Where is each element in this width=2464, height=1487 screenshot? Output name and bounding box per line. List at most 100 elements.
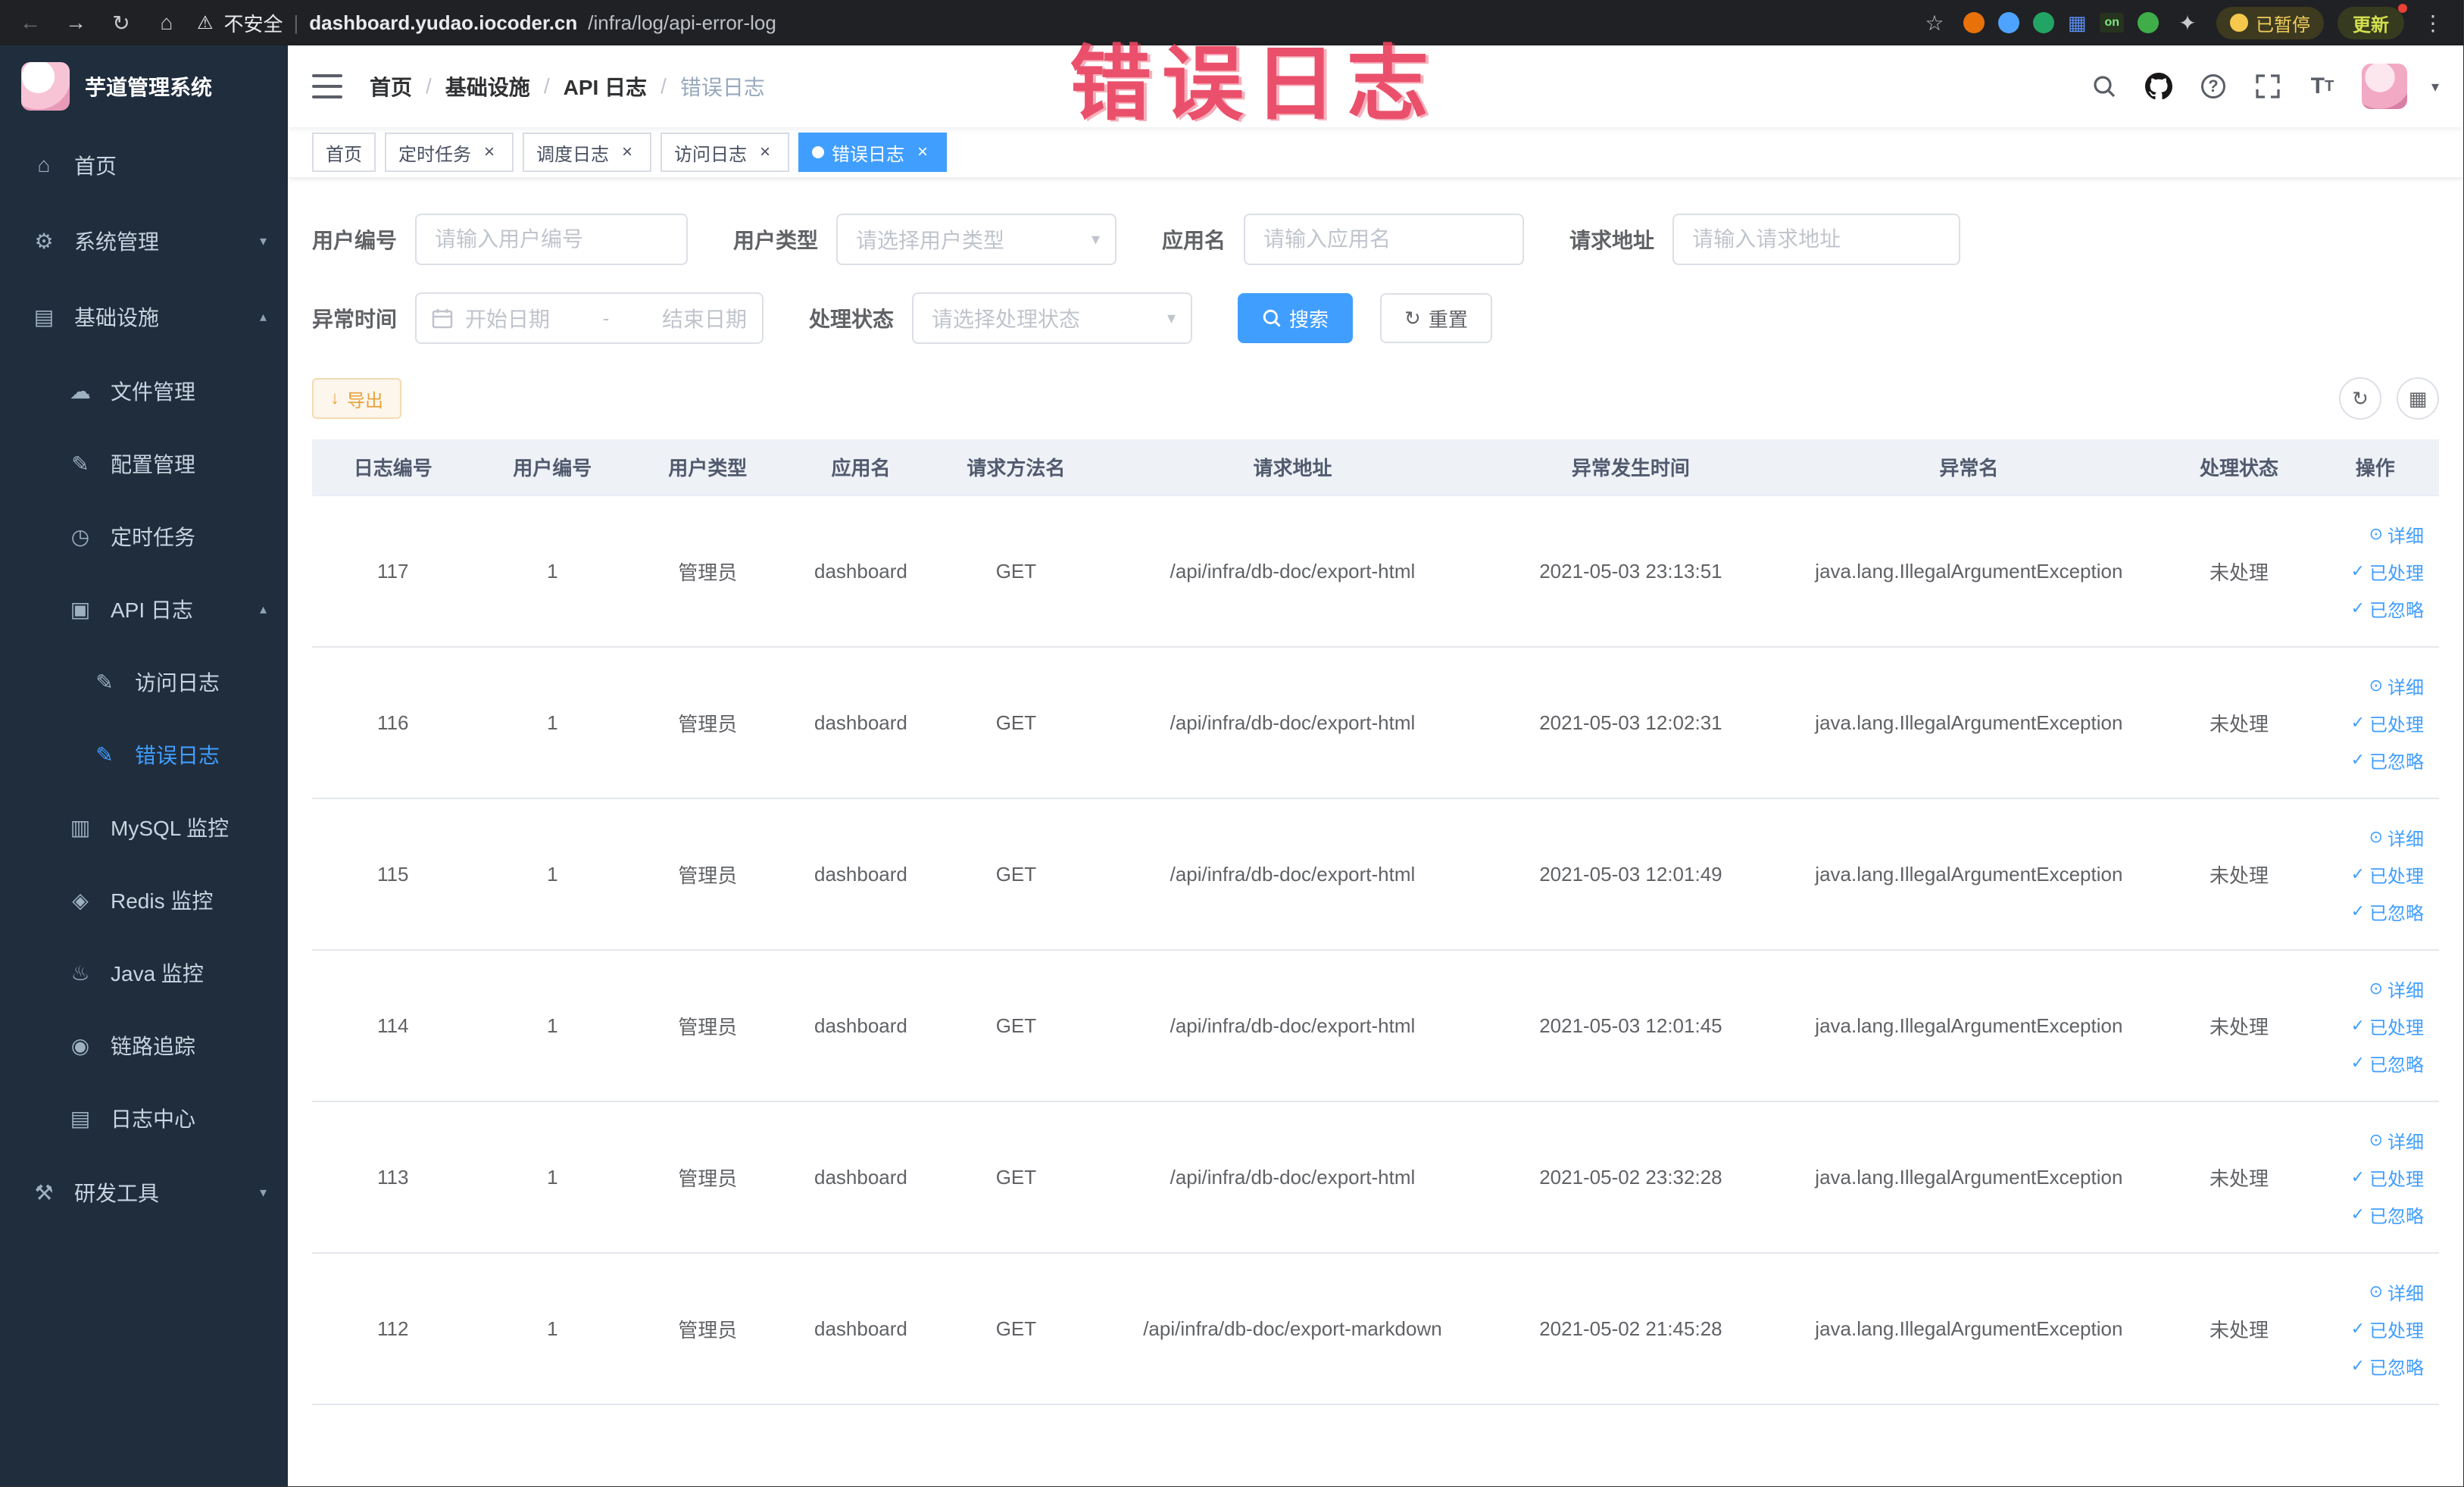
sidebar-item-label: 研发工具: [74, 1182, 160, 1205]
eye-icon: ⊙: [2369, 1282, 2383, 1301]
mark-ignored-link[interactable]: ✓ 已忽略: [2351, 898, 2424, 925]
log-detail-link[interactable]: ⊙ 详细: [2369, 1127, 2424, 1154]
log-detail-link[interactable]: ⊙ 详细: [2369, 1279, 2424, 1305]
mark-ignored-link-label: 已忽略: [2369, 751, 2424, 773]
sidebar-item-config-management[interactable]: ✎ 配置管理: [0, 427, 288, 500]
help-icon[interactable]: ?: [2198, 71, 2228, 102]
mark-ignored-link[interactable]: ✓ 已忽略: [2351, 1201, 2424, 1228]
mark-processed-link[interactable]: ✓ 已处理: [2351, 1316, 2424, 1342]
log-detail-link[interactable]: ⊙ 详细: [2369, 976, 2424, 1002]
sidebar-item-link-trace[interactable]: ◉ 链路追踪: [0, 1009, 288, 1082]
active-tab-dot: [812, 146, 824, 158]
sidebar-item-file-management[interactable]: ☁ 文件管理: [0, 355, 288, 427]
avatar-dropdown-caret-icon[interactable]: ▾: [2431, 77, 2439, 96]
reset-button-label: 重置: [1428, 308, 1468, 331]
mark-processed-link[interactable]: ✓ 已处理: [2351, 1164, 2424, 1191]
reload-button[interactable]: ↻: [106, 11, 136, 36]
process-status-select[interactable]: 请选择处理状态 ▾: [912, 292, 1193, 344]
search-icon[interactable]: [2089, 71, 2119, 102]
user-type-select[interactable]: 请选择用户类型 ▾: [836, 214, 1117, 265]
sidebar-item-api-log[interactable]: ▣ API 日志 ▴: [0, 573, 288, 645]
breadcrumb-item-0[interactable]: 首页: [370, 71, 412, 102]
request-url-input[interactable]: [1672, 214, 1961, 265]
sidebar-item-mysql-monitor[interactable]: ▥ MySQL 监控: [0, 791, 288, 864]
sidebar-item-log-center[interactable]: ▤ 日志中心: [0, 1082, 288, 1154]
mark-processed-link[interactable]: ✓ 已处理: [2351, 558, 2424, 585]
mark-processed-link[interactable]: ✓ 已处理: [2351, 1013, 2424, 1039]
tab-home[interactable]: 首页: [312, 133, 376, 172]
user-avatar[interactable]: [2361, 64, 2407, 109]
tab-close-icon[interactable]: ×: [479, 142, 500, 163]
sidebar-item-infrastructure[interactable]: ▤ 基础设施 ▴: [0, 279, 288, 355]
tab-access-log[interactable]: 访问日志 ×: [661, 133, 789, 172]
back-button[interactable]: ←: [15, 11, 45, 35]
sidebar-item-error-log[interactable]: ✎ 错误日志: [0, 718, 288, 791]
breadcrumb: 首页 / 基础设施 / API 日志 / 错误日志: [370, 71, 765, 102]
column-settings-button[interactable]: ▦: [2397, 377, 2439, 420]
browser-menu-icon[interactable]: ⋮: [2418, 11, 2448, 36]
sidebar-item-system-management[interactable]: ⚙ 系统管理 ▾: [0, 203, 288, 279]
reset-button[interactable]: ↻ 重置: [1380, 293, 1492, 343]
sidebar-logo[interactable]: 芋道管理系统: [0, 45, 288, 127]
log-detail-link[interactable]: ⊙ 详细: [2369, 521, 2424, 548]
mark-ignored-link[interactable]: ✓ 已忽略: [2351, 1353, 2424, 1379]
mark-ignored-link[interactable]: ✓ 已忽略: [2351, 747, 2424, 773]
cell-exception: java.lang.IllegalArgumentException: [1771, 950, 2167, 1102]
cell-user-id: 1: [473, 1253, 632, 1405]
sidebar-item-dev-tools[interactable]: ⚒ 研发工具 ▾: [0, 1154, 288, 1230]
user-id-input[interactable]: [415, 214, 689, 265]
address-bar[interactable]: ⚠ 不安全 | dashboard.yudao.iocoder.cn/infra…: [197, 9, 1904, 37]
mark-processed-link-label: 已处理: [2369, 714, 2424, 736]
bookmark-star-icon[interactable]: ☆: [1919, 11, 1950, 36]
exception-time-range-picker[interactable]: 开始日期 - 结束日期: [415, 292, 764, 344]
extension-icon-3[interactable]: [2032, 12, 2054, 33]
extension-icon-2[interactable]: [1997, 12, 2019, 33]
mark-ignored-link[interactable]: ✓ 已忽略: [2351, 595, 2424, 622]
mark-ignored-link[interactable]: ✓ 已忽略: [2351, 1050, 2424, 1076]
extensions-puzzle-icon[interactable]: ✦: [2172, 11, 2203, 36]
tab-close-icon[interactable]: ×: [912, 142, 933, 163]
sidebar-item-label: MySQL 监控: [111, 817, 230, 840]
cell-user-id: 1: [473, 647, 632, 799]
sidebar-item-home[interactable]: ⌂ 首页: [0, 127, 288, 203]
home-button[interactable]: ⌂: [151, 11, 182, 35]
extension-icon-1[interactable]: [1963, 12, 1985, 33]
extension-on-badge[interactable]: on: [2100, 13, 2124, 33]
extension-icon-4[interactable]: ▦: [2068, 11, 2087, 35]
log-detail-link[interactable]: ⊙ 详细: [2369, 824, 2424, 851]
cell-log-id: 116: [312, 647, 474, 799]
request-url-label: 请求地址: [1569, 229, 1655, 252]
font-size-icon[interactable]: TT: [2307, 71, 2338, 102]
tab-close-icon[interactable]: ×: [754, 142, 776, 163]
fullscreen-icon[interactable]: [2253, 71, 2283, 102]
search-button[interactable]: 搜索: [1238, 293, 1354, 343]
profile-paused-badge[interactable]: 已暂停: [2216, 6, 2324, 39]
extension-icon-5[interactable]: [2138, 12, 2159, 33]
breadcrumb-item-1[interactable]: 基础设施: [445, 71, 530, 102]
sidebar-item-label: 日志中心: [111, 1107, 196, 1131]
tab-close-icon[interactable]: ×: [617, 142, 638, 163]
cell-actions: ⊙ 详细 ✓ 已处理 ✓ 已忽略: [2311, 495, 2439, 648]
edit-doc-icon: ✎: [95, 670, 114, 694]
cell-app-name: dashboard: [784, 950, 938, 1102]
mark-processed-link[interactable]: ✓ 已处理: [2351, 710, 2424, 736]
tab-schedule-log[interactable]: 调度日志 ×: [523, 133, 651, 172]
tab-scheduled-tasks[interactable]: 定时任务 ×: [385, 133, 514, 172]
sidebar-item-redis-monitor[interactable]: ◈ Redis 监控: [0, 864, 288, 936]
log-detail-link[interactable]: ⊙ 详细: [2369, 673, 2424, 699]
export-button[interactable]: ↓ 导出: [312, 378, 401, 419]
breadcrumb-item-2[interactable]: API 日志: [564, 71, 647, 102]
app-name-input[interactable]: [1244, 214, 1525, 265]
tab-error-log[interactable]: 错误日志 ×: [798, 133, 947, 172]
browser-update-button[interactable]: 更新: [2338, 3, 2407, 39]
sidebar-item-label: Java 监控: [111, 962, 204, 986]
github-icon[interactable]: [2144, 71, 2174, 102]
cell-method: GET: [937, 1101, 1095, 1254]
sidebar-item-scheduled-tasks[interactable]: ◷ 定时任务: [0, 500, 288, 573]
sidebar-toggle-button[interactable]: [312, 74, 342, 98]
sidebar-item-access-log[interactable]: ✎ 访问日志: [0, 645, 288, 718]
mark-processed-link[interactable]: ✓ 已处理: [2351, 861, 2424, 888]
forward-button[interactable]: →: [61, 11, 91, 35]
refresh-table-button[interactable]: ↻: [2339, 377, 2381, 420]
sidebar-item-java-monitor[interactable]: ♨ Java 监控: [0, 936, 288, 1009]
